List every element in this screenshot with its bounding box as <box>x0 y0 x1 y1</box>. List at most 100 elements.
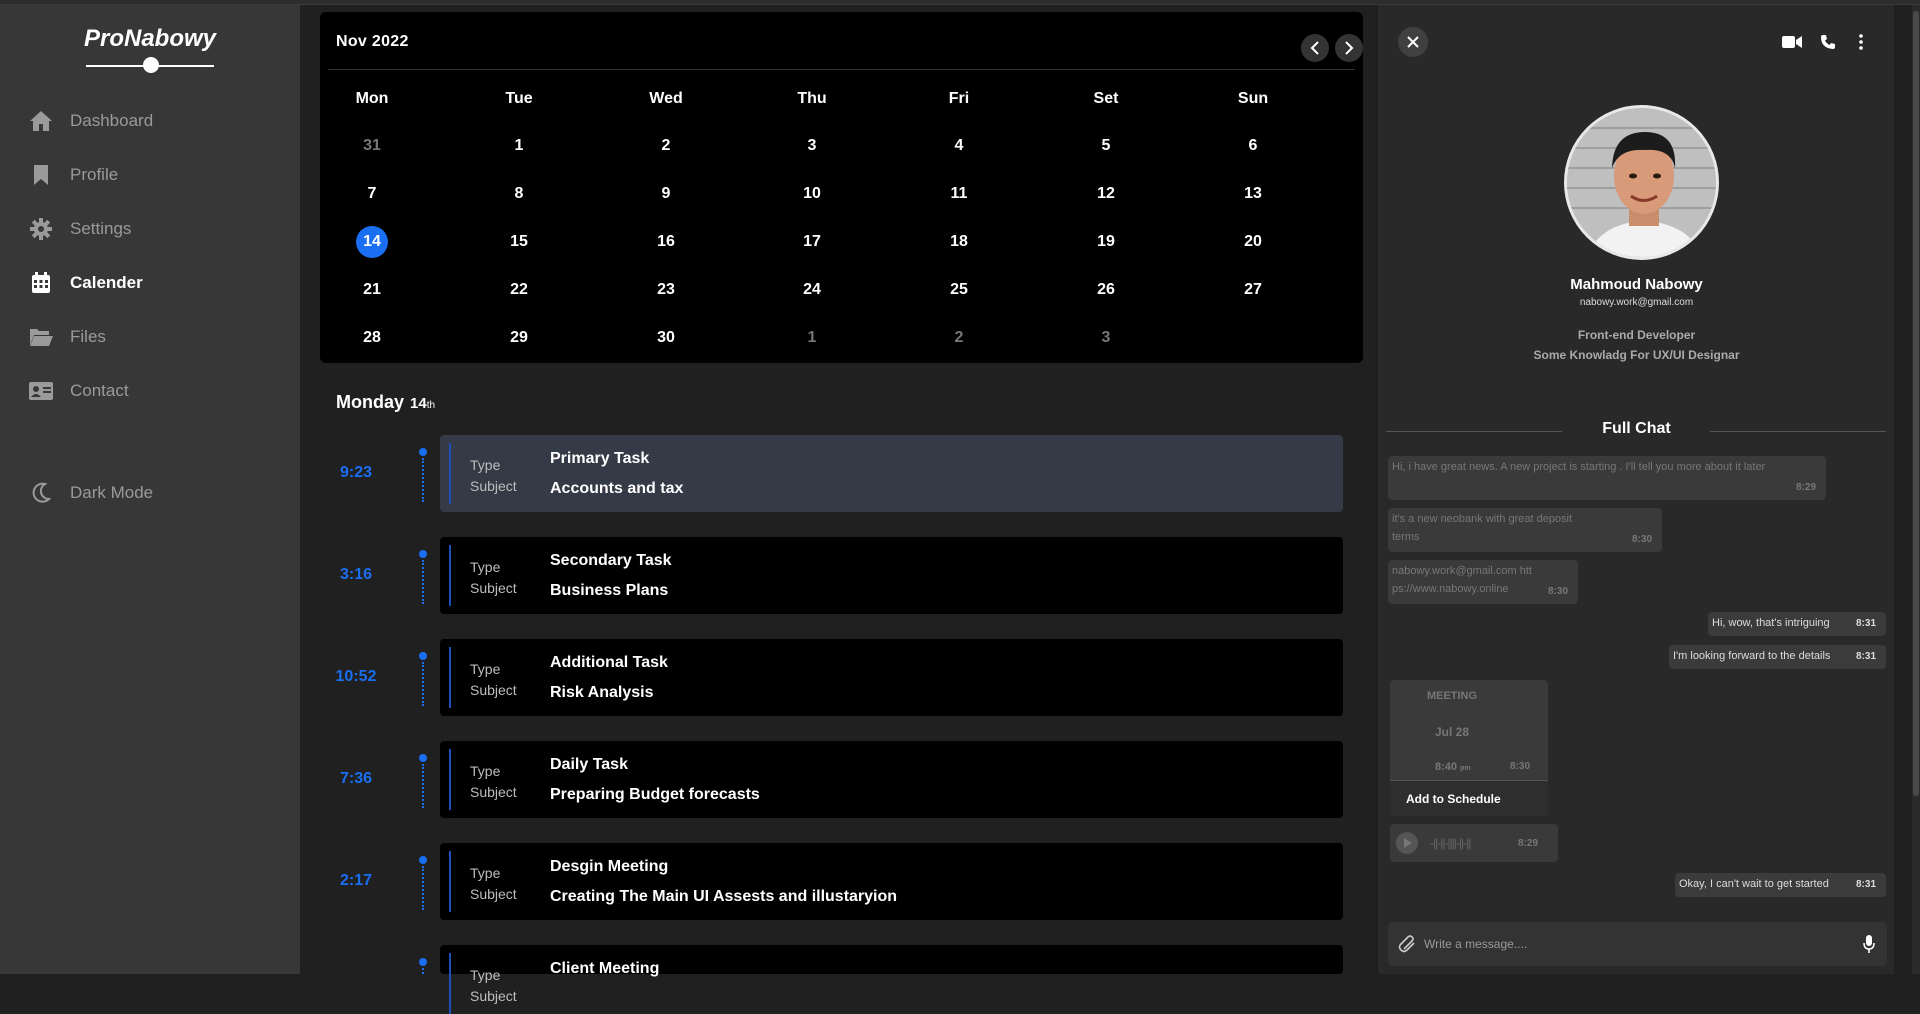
sidebar-item-dashboard[interactable]: Dashboard <box>28 105 153 137</box>
task-card[interactable]: Type Subject Desgin Meeting Creating The Ma… <box>440 843 1343 920</box>
audio-waveform: -||-||-||||-||-|| <box>1430 836 1471 850</box>
timeline-dot <box>419 958 427 966</box>
close-chat-button[interactable] <box>1398 27 1428 57</box>
sidebar-item-contact[interactable]: Contact <box>28 375 129 407</box>
task-card[interactable]: Type Subject Secondary Task Business Plans <box>440 537 1343 614</box>
sidebar-item-label: Dashboard <box>70 111 154 130</box>
calendar-day[interactable]: 1 <box>503 130 535 162</box>
calendar-day[interactable]: 5 <box>1090 130 1122 162</box>
dark-mode-toggle[interactable]: Dark Mode <box>28 477 153 509</box>
calendar-day[interactable]: 22 <box>503 274 535 306</box>
task-accent-bar <box>449 443 451 504</box>
voice-call-button[interactable] <box>1816 30 1840 54</box>
message-text: Hi, wow, that's intriguing <box>1712 617 1830 629</box>
calendar-month-label: Nov 2022 <box>336 33 409 50</box>
calendar-day[interactable]: 1 <box>796 322 828 354</box>
attach-button[interactable] <box>1398 934 1418 959</box>
message-time: 8:30 <box>1547 586 1568 597</box>
task-type-label: Type <box>470 457 501 473</box>
timeline-dot <box>419 550 427 558</box>
calendar-day[interactable]: 13 <box>1237 178 1269 210</box>
calendar-day[interactable]: 16 <box>650 226 682 258</box>
sidebar-item-calender[interactable]: Calender <box>28 267 143 299</box>
calendar-day[interactable]: 23 <box>650 274 682 306</box>
calendar-day[interactable]: 20 <box>1237 226 1269 258</box>
page-scrollbar[interactable] <box>1912 5 1920 974</box>
task-subject-label: Subject <box>470 580 517 596</box>
task-card[interactable]: Type Subject Additional Task Risk Analysis <box>440 639 1343 716</box>
message-text: Hi, i have great news. A new project is … <box>1392 461 1766 473</box>
calendar-day[interactable]: 28 <box>356 322 388 354</box>
timeline-dot <box>419 448 427 456</box>
calendar-day[interactable]: 10 <box>796 178 828 210</box>
task-card[interactable]: Type Subject Daily Task Preparing Budget fo… <box>440 741 1343 818</box>
sidebar-item-files[interactable]: Files <box>28 321 106 353</box>
calendar-day[interactable]: 2 <box>650 130 682 162</box>
calendar-day[interactable]: 24 <box>796 274 828 306</box>
weekday-header: Sun <box>1237 90 1269 107</box>
meeting-sent-time: 8:30 <box>1509 761 1530 772</box>
task-accent-bar <box>449 953 451 1014</box>
task-card[interactable]: Type Subject Primary Task Accounts and tax <box>440 435 1343 512</box>
task-accent-bar <box>449 545 451 606</box>
calendar-day[interactable]: 8 <box>503 178 535 210</box>
profile-name: Mahmoud Nabowy <box>1570 276 1703 293</box>
calendar-day[interactable]: 2 <box>943 322 975 354</box>
calendar-day[interactable]: 4 <box>943 130 975 162</box>
calendar-day[interactable]: 29 <box>503 322 535 354</box>
profile-email: nabowy.work@gmail.com <box>1579 297 1694 308</box>
calendar-day[interactable]: 19 <box>1090 226 1122 258</box>
calendar-day[interactable]: 3 <box>1090 322 1122 354</box>
calendar-day-today[interactable]: 14 <box>356 226 388 258</box>
main-content: Nov 2022 Mon Tue Wed Thu Fri Set Sun 31 1 2 3 4 5 6 7… <box>300 5 1377 1014</box>
calendar-day[interactable]: 21 <box>356 274 388 306</box>
task-card[interactable]: Type Subject Client Meeting <box>440 945 1343 1014</box>
sidebar-item-label: Calender <box>70 273 143 292</box>
sidebar-item-label: Contact <box>70 381 129 400</box>
audio-time: 8:29 <box>1517 838 1538 849</box>
moon-icon <box>28 480 54 506</box>
audio-play-button[interactable] <box>1396 832 1418 854</box>
calendar-prev-button[interactable] <box>1301 34 1329 62</box>
message-text: Okay, I can't wait to get started <box>1679 878 1829 890</box>
calendar-day[interactable]: 9 <box>650 178 682 210</box>
home-icon <box>28 108 54 134</box>
task-subject: Risk Analysis <box>550 684 654 701</box>
calendar-day[interactable]: 31 <box>356 130 388 162</box>
calendar-day[interactable]: 30 <box>650 322 682 354</box>
timeline-dot <box>419 754 427 762</box>
scrollbar-thumb[interactable] <box>1913 11 1919 796</box>
calendar-next-button[interactable] <box>1335 34 1363 62</box>
chat-message-incoming: Hi, i have great news. A new project is … <box>1388 456 1826 500</box>
more-options-button[interactable] <box>1849 30 1873 54</box>
schedule-day-name: Monday <box>336 392 405 412</box>
calendar-day[interactable]: 6 <box>1237 130 1269 162</box>
calendar-day[interactable]: 7 <box>356 178 388 210</box>
sidebar-item-settings[interactable]: Settings <box>28 213 131 245</box>
video-call-button[interactable] <box>1780 30 1804 54</box>
message-time: 8:31 <box>1855 618 1876 629</box>
task-accent-bar <box>449 851 451 912</box>
add-to-schedule-button[interactable]: Add to Schedule <box>1390 780 1548 816</box>
voice-record-button[interactable] <box>1863 934 1875 959</box>
calendar-day[interactable]: 11 <box>943 178 975 210</box>
calendar-day[interactable]: 17 <box>796 226 828 258</box>
full-chat-label: Full Chat <box>1602 420 1671 437</box>
sidebar-item-profile[interactable]: Profile <box>28 159 118 191</box>
gear-icon <box>28 216 54 242</box>
calendar-day[interactable]: 3 <box>796 130 828 162</box>
message-composer <box>1388 922 1887 966</box>
calendar-day[interactable]: 25 <box>943 274 975 306</box>
task-subject-label: Subject <box>470 784 517 800</box>
sidebar: ProNabowy Dashboard Profile Settings Cal… <box>0 5 300 974</box>
calendar-day[interactable]: 12 <box>1090 178 1122 210</box>
schedule-day-number: 14 <box>410 395 427 412</box>
calendar-day[interactable]: 15 <box>503 226 535 258</box>
message-input[interactable] <box>1424 932 1844 956</box>
task-type: Additional Task <box>550 654 668 671</box>
calendar-day[interactable]: 26 <box>1090 274 1122 306</box>
message-text: it's a new neobank with great deposit te… <box>1392 513 1573 543</box>
calendar-day[interactable]: 18 <box>943 226 975 258</box>
timeline-line <box>422 662 424 706</box>
calendar-day[interactable]: 27 <box>1237 274 1269 306</box>
